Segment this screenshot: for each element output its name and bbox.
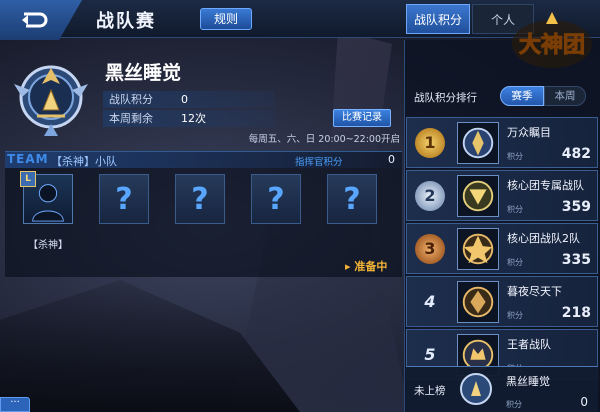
period-toggle-season[interactable]: 赛季 xyxy=(500,86,544,106)
stat-row-weekly-remaining: 本周剩余 12次 xyxy=(103,110,275,127)
empty-member-slot[interactable]: ? xyxy=(175,174,225,224)
ranking-row[interactable]: 1 万众瞩目 积分 482 xyxy=(406,117,598,168)
score-label: 积分 xyxy=(507,311,523,320)
team-emblem-icon xyxy=(457,122,499,164)
score-label: 积分 xyxy=(507,205,523,214)
empty-member-slot[interactable]: ? xyxy=(251,174,301,224)
empty-member-slot[interactable]: ? xyxy=(99,174,149,224)
team-name: 暮夜尽天下 xyxy=(507,285,562,298)
team-name: 核心团专属战队 xyxy=(507,179,584,192)
score-value: 359 xyxy=(561,199,591,215)
background-rock xyxy=(329,30,392,170)
score-value: 335 xyxy=(561,252,591,268)
squad-name: 【杀神】小队 xyxy=(51,155,117,168)
ranking-row[interactable]: 3 核心团战队2队 积分 335 xyxy=(406,223,598,274)
team-emblem-icon xyxy=(14,65,88,136)
score-value: 218 xyxy=(561,305,591,321)
team-emblem-icon xyxy=(460,373,492,405)
team-emblem-icon xyxy=(457,228,499,270)
score-label: 积分 xyxy=(506,400,522,409)
rank-medal-silver: 2 xyxy=(415,181,445,211)
squad-header: TEAM 【杀神】小队 指挥官积分 0 xyxy=(5,152,402,168)
ranking-row[interactable]: 2 核心团专属战队 积分 359 xyxy=(406,170,598,221)
brand-logo: 大神团 xyxy=(512,12,592,68)
ranking-title: 战队积分排行 xyxy=(414,92,477,104)
team-name: 万众瞩目 xyxy=(507,126,551,139)
rank-medal-bronze: 3 xyxy=(415,234,445,264)
ranking-row[interactable]: 4 暮夜尽天下 积分 218 xyxy=(406,276,598,327)
stat-row-team-score: 战队积分 0 xyxy=(103,91,275,108)
score-label: 积分 xyxy=(507,258,523,267)
stat-value: 12次 xyxy=(181,112,206,125)
unranked-status: 未上榜 xyxy=(414,385,446,397)
question-mark-icon: ? xyxy=(343,182,361,217)
member-name: 【杀神】 xyxy=(28,240,68,251)
page-title: 战队赛 xyxy=(96,11,156,32)
commander-score-value: 0 xyxy=(388,153,395,166)
empty-member-slot[interactable]: ? xyxy=(327,174,377,224)
tab-team-score[interactable]: 战队积分 xyxy=(406,4,470,34)
team-emblem-icon xyxy=(457,175,499,217)
match-record-button[interactable]: 比赛记录 xyxy=(333,109,391,127)
chat-button[interactable]: ··· xyxy=(0,397,30,412)
score-value: 482 xyxy=(561,146,591,162)
squad-tag: TEAM xyxy=(7,152,49,166)
team-name: 核心团战队2队 xyxy=(507,232,580,245)
svg-text:大神团: 大神团 xyxy=(519,32,585,58)
member-slot-leader[interactable]: L xyxy=(20,171,73,224)
team-name: 黑丝睡觉 xyxy=(506,375,550,388)
leader-badge: L xyxy=(20,171,36,187)
stat-value: 0 xyxy=(181,93,188,106)
score-value: 0 xyxy=(580,395,588,409)
stat-label: 本周剩余 xyxy=(109,112,153,125)
my-team-row[interactable]: 未上榜 黑丝睡觉 积分 0 xyxy=(406,366,598,412)
squad-panel: TEAM 【杀神】小队 指挥官积分 0 L ? ? ? ? 【杀神】 ▸ 准备中 xyxy=(5,151,402,277)
rank-medal-gold: 1 xyxy=(415,128,445,158)
back-arrow-icon xyxy=(22,12,48,28)
ready-status: ▸ 准备中 xyxy=(345,260,388,273)
question-mark-icon: ? xyxy=(115,182,133,217)
rules-button[interactable]: 规则 xyxy=(200,8,252,30)
commander-score-label: 指挥官积分 xyxy=(295,157,343,168)
rank-number: 4 xyxy=(424,292,436,311)
question-mark-icon: ? xyxy=(267,182,285,217)
stat-label: 战队积分 xyxy=(109,93,153,106)
period-toggle-week[interactable]: 本周 xyxy=(544,86,586,106)
team-emblem-icon xyxy=(457,281,499,323)
score-label: 积分 xyxy=(507,152,523,161)
team-name: 王者战队 xyxy=(507,338,551,351)
question-mark-icon: ? xyxy=(191,182,209,217)
team-name: 黑丝睡觉 xyxy=(105,62,182,84)
schedule-text: 每周五、六、日 20:00~22:00开启 xyxy=(248,134,400,145)
